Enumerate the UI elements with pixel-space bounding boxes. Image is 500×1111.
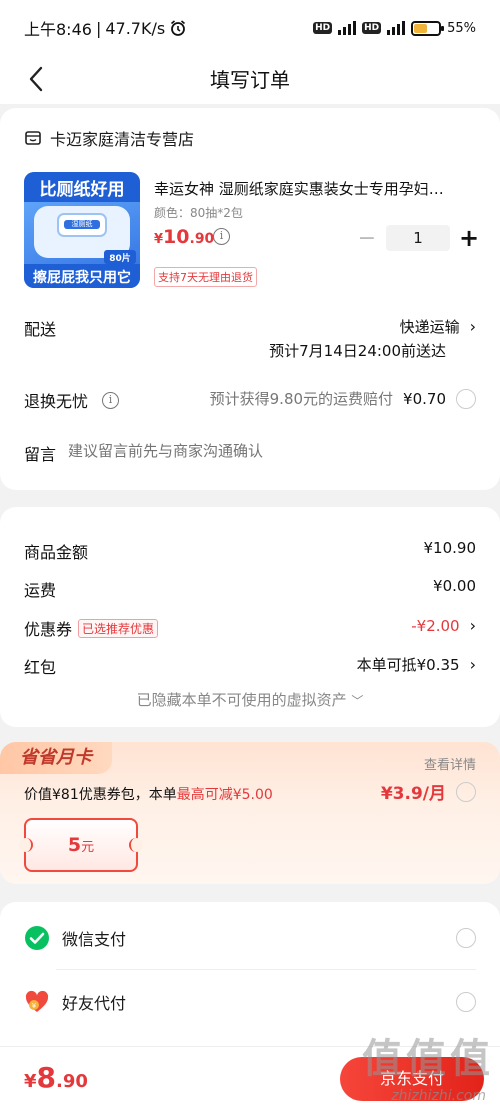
signal-icon-2 bbox=[387, 21, 406, 35]
signal-icon bbox=[338, 21, 357, 35]
plus-icon[interactable]: + bbox=[458, 224, 480, 252]
chevron-right-icon: › bbox=[469, 616, 476, 635]
chevron-down-icon: ﹀ bbox=[351, 694, 364, 708]
product-image[interactable]: 比厕纸好用 湿厕纸 80片 擦屁屁我只用它 bbox=[24, 172, 140, 288]
coupon-unit: 元 bbox=[81, 840, 95, 855]
delivery-method: 快递运输 bbox=[399, 318, 460, 336]
status-bar: 上午8:46 | 47.7K/s HD HD 55% bbox=[0, 0, 500, 56]
friend-pay-label: 好友代付 bbox=[62, 994, 127, 1013]
return-insurance-price: ¥0.70 bbox=[403, 389, 446, 408]
red-packet-value: 本单可抵¥0.35 bbox=[356, 656, 460, 674]
quantity-stepper: − 1 + bbox=[356, 224, 480, 252]
price-int: 10 bbox=[163, 226, 190, 248]
shipping-fee-value: ¥0.00 bbox=[433, 577, 476, 595]
product-image-banner-bottom: 擦屁屁我只用它 bbox=[33, 270, 131, 286]
hidden-assets-toggle[interactable]: 已隐藏本单不可使用的虚拟资产 ﹀ bbox=[0, 689, 500, 710]
return-insurance-label: 退换无忧 bbox=[24, 392, 89, 411]
coupon-value: -¥2.00 bbox=[411, 616, 460, 635]
battery-percent: 55% bbox=[447, 20, 476, 36]
status-divider: | bbox=[95, 18, 102, 38]
coupon-label: 优惠券 bbox=[24, 620, 73, 639]
product-image-count: 80片 bbox=[109, 254, 131, 264]
minus-icon[interactable]: − bbox=[356, 226, 378, 251]
hd-icon: HD bbox=[313, 22, 333, 34]
hd-icon-2: HD bbox=[362, 22, 382, 34]
payment-option-wechat[interactable]: 微信支付 bbox=[24, 918, 476, 958]
page-title: 填写订单 bbox=[210, 68, 290, 92]
month-card-badge: 省省月卡 bbox=[0, 742, 112, 774]
return-policy-tag: 支持7天无理由退货 bbox=[154, 267, 257, 287]
shipping-fee-label: 运费 bbox=[24, 581, 57, 600]
price-symbol: ¥ bbox=[154, 232, 164, 247]
info-icon[interactable]: i bbox=[102, 391, 120, 409]
return-insurance-label-row: 退换无忧 i bbox=[24, 388, 120, 412]
goods-amount-label: 商品金额 bbox=[24, 543, 89, 562]
total-symbol: ¥ bbox=[24, 1071, 37, 1092]
battery-icon bbox=[411, 20, 445, 36]
price-info-icon[interactable]: i bbox=[213, 228, 230, 245]
month-card-detail-link[interactable]: 查看详情 bbox=[424, 754, 476, 773]
red-packet-label: 红包 bbox=[24, 658, 57, 677]
price-dec: .90 bbox=[189, 231, 215, 247]
shop-name: 卡迈家庭清洁专营店 bbox=[50, 130, 195, 149]
payment-card: 微信支付 ¥ 好友代付 bbox=[0, 902, 500, 1062]
shop-header[interactable]: 卡迈家庭清洁专营店 bbox=[24, 126, 194, 150]
month-card-radio[interactable] bbox=[456, 782, 476, 802]
quantity-value[interactable]: 1 bbox=[386, 225, 450, 251]
product-title[interactable]: 幸运女神 湿厕纸家庭实惠装女士专用孕妇… bbox=[154, 178, 480, 199]
month-card-desc: 价值¥81优惠券包，本单最高可减¥5.00 bbox=[24, 784, 273, 804]
product-price: ¥10.90 bbox=[154, 226, 214, 248]
total-dec: .90 bbox=[56, 1071, 88, 1092]
message-label: 留言 bbox=[24, 445, 57, 464]
pay-button[interactable]: 京东支付 bbox=[340, 1057, 484, 1101]
product-image-pack: 湿厕纸 bbox=[71, 220, 93, 228]
month-card-desc-highlight: 最高可减¥5.00 bbox=[176, 787, 273, 803]
chevron-right-icon: › bbox=[469, 655, 476, 674]
return-insurance-desc: 预计获得9.80元的运费赔付 bbox=[209, 390, 394, 408]
wechat-pay-label: 微信支付 bbox=[62, 930, 127, 949]
goods-amount-value: ¥10.90 bbox=[423, 539, 477, 557]
wechat-pay-icon bbox=[24, 925, 50, 951]
bottom-bar: ¥8.90 京东支付 bbox=[0, 1046, 500, 1111]
shop-icon bbox=[25, 131, 41, 145]
coupon-row[interactable]: -¥2.00 › bbox=[411, 616, 476, 635]
chevron-right-icon: › bbox=[469, 317, 476, 336]
month-card-coupon[interactable]: 5元 bbox=[19, 818, 143, 872]
product-spec[interactable]: 颜色：80抽*2包 bbox=[154, 204, 243, 221]
delivery-label: 配送 bbox=[24, 320, 57, 339]
wechat-pay-radio[interactable] bbox=[456, 928, 476, 948]
price-summary-card: 商品金额 ¥10.90 运费 ¥0.00 优惠券 已选推荐优惠 -¥2.00 ›… bbox=[0, 507, 500, 727]
month-card: 省省月卡 查看详情 价值¥81优惠券包，本单最高可减¥5.00 ¥3.9/月 5… bbox=[0, 742, 500, 884]
friend-pay-icon: ¥ bbox=[24, 989, 50, 1015]
divider bbox=[56, 969, 476, 970]
month-card-desc-prefix: 价值¥81优惠券包，本单 bbox=[24, 787, 177, 803]
status-speed: 47.7K/s bbox=[105, 18, 166, 38]
coupon-recommend-tag: 已选推荐优惠 bbox=[78, 618, 159, 638]
delivery-eta: 预计7月14日24:00前送达 bbox=[269, 342, 446, 360]
nav-bar: 填写订单 bbox=[0, 56, 500, 104]
status-right: HD HD 55% bbox=[313, 20, 476, 36]
svg-text:¥: ¥ bbox=[32, 1002, 37, 1010]
hidden-assets-text: 已隐藏本单不可使用的虚拟资产 bbox=[136, 691, 347, 709]
return-insurance-radio[interactable] bbox=[456, 388, 476, 409]
coupon-label-row: 优惠券 已选推荐优惠 bbox=[24, 616, 159, 640]
message-input[interactable] bbox=[68, 438, 468, 464]
status-left: 上午8:46 | 47.7K/s bbox=[24, 16, 187, 40]
coupon-amount: 5 bbox=[67, 834, 82, 856]
red-packet-row[interactable]: 本单可抵¥0.35 › bbox=[357, 654, 476, 675]
product-image-banner-top: 比厕纸好用 bbox=[39, 180, 125, 200]
total-int: 8 bbox=[36, 1061, 57, 1094]
delivery-method-row[interactable]: 快递运输 › bbox=[400, 316, 476, 337]
status-time: 上午8:46 bbox=[24, 20, 92, 39]
payment-option-friend[interactable]: ¥ 好友代付 bbox=[24, 982, 476, 1022]
friend-pay-radio[interactable] bbox=[456, 992, 476, 1012]
order-total: ¥8.90 bbox=[24, 1061, 88, 1094]
month-card-price: ¥3.9/月 bbox=[380, 784, 446, 804]
order-card: 卡迈家庭清洁专营店 比厕纸好用 湿厕纸 80片 擦屁屁我只用它 幸运女神 湿厕纸… bbox=[0, 108, 500, 490]
alarm-icon bbox=[171, 20, 186, 36]
return-insurance-row[interactable]: 预计获得9.80元的运费赔付 ¥0.70 bbox=[210, 388, 476, 409]
